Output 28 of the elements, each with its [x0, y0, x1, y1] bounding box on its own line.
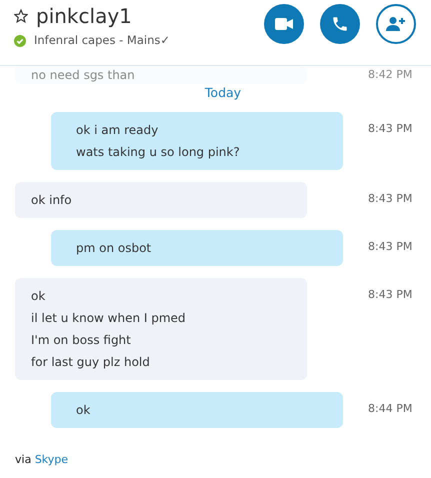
message-text: for last guy plz hold [31, 354, 151, 371]
status-message: Infenral capes - Mains✓ [34, 32, 170, 49]
message-time: 8:43 PM [368, 121, 414, 137]
via-label: via [15, 453, 32, 466]
date-divider: Today [204, 84, 242, 102]
message-time: 8:43 PM [368, 191, 414, 207]
message-time: 8:43 PM [368, 287, 414, 303]
add-person-icon [386, 16, 406, 32]
message-text: ok [76, 402, 92, 419]
message-text: no need sgs than [31, 67, 136, 84]
message-time: 8:43 PM [368, 239, 414, 255]
phone-icon [331, 15, 349, 33]
message-text: wats taking u so long pink? [76, 144, 241, 161]
favorite-star-icon[interactable] [14, 9, 28, 23]
message-text: il let u know when I pmed [31, 310, 187, 327]
message-text: I'm on boss fight [31, 332, 132, 349]
audio-call-button[interactable] [320, 4, 360, 44]
skype-link[interactable]: Skype [34, 453, 68, 466]
message-time: 8:44 PM [368, 401, 414, 417]
message-text: ok info [31, 192, 73, 209]
add-contact-button[interactable] [376, 4, 416, 44]
message-text: ok [31, 288, 46, 305]
message-text: ok i am ready [76, 122, 160, 139]
video-call-button[interactable] [264, 4, 304, 44]
video-camera-icon [275, 18, 293, 30]
message-time: 8:42 PM [368, 67, 414, 83]
message-text: pm on osbot [76, 240, 152, 257]
contact-name: pinkclay1 [36, 4, 132, 28]
